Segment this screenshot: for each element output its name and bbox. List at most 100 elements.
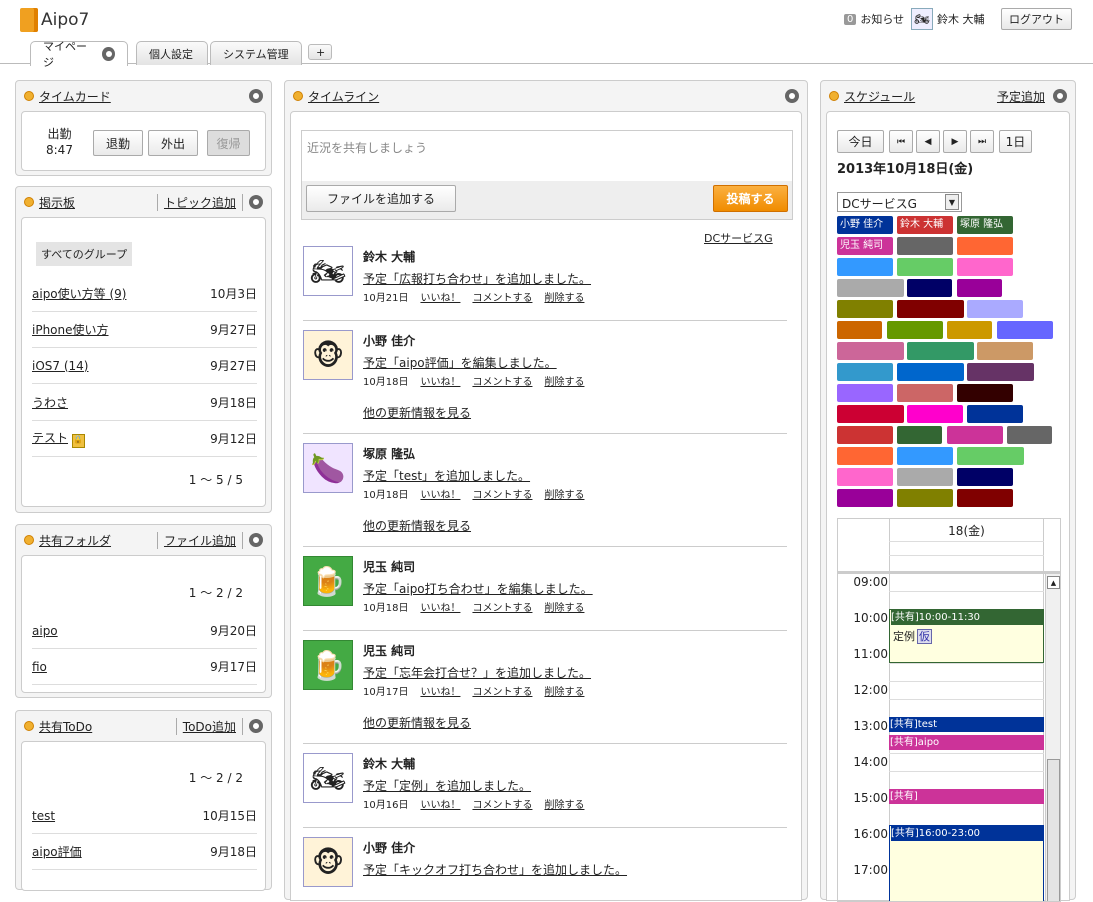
gear-icon[interactable] bbox=[249, 195, 263, 209]
prev-icon[interactable]: ◀ bbox=[916, 130, 940, 153]
list-item[interactable]: iOS7 (14) 9月27日 bbox=[32, 348, 257, 384]
aipo-logo[interactable]: Aipo7 bbox=[20, 8, 89, 32]
list-item[interactable]: うわさ 9月18日 bbox=[32, 385, 257, 421]
eggplant-icon[interactable]: 🍆 bbox=[303, 443, 353, 493]
add-todo-link[interactable]: ToDo追加 bbox=[175, 717, 243, 735]
list-item[interactable]: テスト 🔒 9月12日 bbox=[32, 421, 257, 457]
monkey-icon[interactable]: 🐵 bbox=[303, 330, 353, 380]
member-chip[interactable]: 鈴木 大輔 bbox=[897, 216, 953, 234]
delete-link[interactable]: 削除する bbox=[544, 683, 584, 698]
divider bbox=[303, 320, 787, 321]
gear-icon[interactable] bbox=[102, 47, 115, 61]
timecard-title[interactable]: タイムカード bbox=[39, 88, 249, 105]
event-block[interactable]: [共有]test bbox=[889, 717, 1044, 732]
member-chip[interactable]: 小野 佳介 bbox=[837, 216, 893, 234]
color-swatch bbox=[837, 342, 904, 360]
color-swatch bbox=[967, 363, 1034, 381]
color-swatch bbox=[837, 279, 904, 297]
like-link[interactable]: いいね！ bbox=[420, 796, 460, 811]
chevron-up-icon[interactable]: ▲ bbox=[1047, 576, 1060, 589]
day-calendar: 18(金) 09:00 10:00 11:00 12:00 13:00 14:0… bbox=[837, 518, 1061, 902]
like-link[interactable]: いいね！ bbox=[420, 373, 460, 388]
color-swatch bbox=[837, 258, 893, 276]
todo-title[interactable]: 共有ToDo bbox=[39, 718, 176, 735]
comment-link[interactable]: コメントする bbox=[472, 373, 532, 388]
list-item[interactable]: aipo 9月20日 bbox=[32, 613, 257, 649]
add-file-button[interactable]: ファイルを追加する bbox=[306, 185, 456, 212]
tab-personal-settings[interactable]: 個人設定 bbox=[136, 41, 208, 65]
delete-link[interactable]: 削除する bbox=[544, 486, 584, 501]
add-topic-link[interactable]: トピック追加 bbox=[156, 193, 243, 211]
delete-link[interactable]: 削除する bbox=[544, 796, 584, 811]
group-filter[interactable]: すべてのグループ bbox=[36, 242, 133, 266]
event-block[interactable]: [共有]16:00-23:00 bbox=[889, 825, 1044, 901]
tab-system-admin[interactable]: システム管理 bbox=[210, 41, 302, 65]
monkey-icon[interactable]: 🐵 bbox=[303, 837, 353, 887]
folder-title[interactable]: 共有フォルダ bbox=[39, 532, 157, 549]
divider bbox=[303, 433, 787, 434]
event-block[interactable]: [共有]aipo bbox=[889, 735, 1044, 750]
like-link[interactable]: いいね！ bbox=[420, 486, 460, 501]
like-link[interactable]: いいね！ bbox=[420, 289, 460, 304]
comment-link[interactable]: コメントする bbox=[472, 599, 532, 614]
scroll-thumb[interactable] bbox=[1047, 759, 1060, 901]
day-view-button[interactable]: 1日 bbox=[999, 130, 1032, 153]
last-page-icon[interactable]: ⏭ bbox=[970, 130, 994, 153]
more-updates-link[interactable]: 他の更新情報を見る bbox=[363, 714, 471, 731]
gear-icon[interactable] bbox=[249, 533, 263, 547]
scrollbar[interactable]: ▲ bbox=[1045, 574, 1060, 901]
timeline-title[interactable]: タイムライン bbox=[308, 88, 785, 105]
like-link[interactable]: いいね！ bbox=[420, 599, 460, 614]
beer-icon[interactable]: 🍺 bbox=[303, 640, 353, 690]
add-schedule-link[interactable]: 予定追加 bbox=[997, 88, 1045, 105]
return-button[interactable]: 復帰 bbox=[207, 130, 250, 156]
comment-link[interactable]: コメントする bbox=[472, 683, 532, 698]
delete-link[interactable]: 削除する bbox=[544, 289, 584, 304]
add-file-link[interactable]: ファイル追加 bbox=[156, 531, 243, 549]
group-select[interactable]: DCサービスG ▼ bbox=[837, 192, 962, 212]
list-item[interactable]: aipo使い方等 (9) 10月3日 bbox=[32, 276, 257, 312]
next-icon[interactable]: ▶ bbox=[943, 130, 967, 153]
member-chip[interactable]: 塚原 隆弘 bbox=[957, 216, 1013, 234]
gear-icon[interactable] bbox=[249, 719, 263, 733]
more-updates-link[interactable]: 他の更新情報を見る bbox=[363, 517, 471, 534]
like-link[interactable]: いいね！ bbox=[420, 683, 460, 698]
board-panel: 掲示板 トピック追加 すべてのグループ aipo使い方等 (9) 10月3日 iPh… bbox=[15, 186, 272, 513]
today-button[interactable]: 今日 bbox=[837, 130, 884, 153]
more-updates-link[interactable]: 他の更新情報を見る bbox=[363, 404, 471, 421]
comment-link[interactable]: コメントする bbox=[472, 796, 532, 811]
timecard-time: 8:47 bbox=[46, 143, 73, 157]
comment-link[interactable]: コメントする bbox=[472, 486, 532, 501]
event-block[interactable]: [共有]10:00-11:30 定例仮 bbox=[889, 609, 1044, 663]
motorcycle-icon[interactable]: 🏍 bbox=[303, 246, 353, 296]
user-menu[interactable]: 🏍 鈴木 大輔 bbox=[911, 8, 985, 30]
list-item[interactable]: aipo評価 9月18日 bbox=[32, 834, 257, 870]
clock-out-button[interactable]: 退勤 bbox=[93, 130, 143, 156]
first-page-icon[interactable]: ⏮ bbox=[889, 130, 913, 153]
gear-icon[interactable] bbox=[785, 89, 799, 103]
motorcycle-icon[interactable]: 🏍 bbox=[303, 753, 353, 803]
delete-link[interactable]: 削除する bbox=[544, 599, 584, 614]
logout-button[interactable]: ログアウト bbox=[1001, 8, 1072, 30]
board-title[interactable]: 掲示板 bbox=[39, 194, 157, 211]
post-textarea[interactable]: 近況を共有しましょう bbox=[302, 131, 792, 181]
notice-link[interactable]: 0 お知らせ bbox=[844, 11, 904, 27]
post-button[interactable]: 投稿する bbox=[713, 185, 788, 212]
gear-icon[interactable] bbox=[1053, 89, 1067, 103]
go-out-button[interactable]: 外出 bbox=[148, 130, 198, 156]
beer-icon[interactable]: 🍺 bbox=[303, 556, 353, 606]
list-item[interactable]: test 10月15日 bbox=[32, 798, 257, 834]
schedule-title[interactable]: スケジュール bbox=[844, 88, 997, 105]
delete-link[interactable]: 削除する bbox=[544, 373, 584, 388]
gear-icon[interactable] bbox=[249, 89, 263, 103]
list-item[interactable]: fio 9月17日 bbox=[32, 649, 257, 685]
color-swatch bbox=[957, 258, 1013, 276]
event-block[interactable]: [共有] bbox=[889, 789, 1044, 804]
comment-link[interactable]: コメントする bbox=[472, 289, 532, 304]
list-item[interactable]: iPhone使い方 9月27日 bbox=[32, 312, 257, 348]
add-tab-button[interactable]: + bbox=[308, 44, 332, 60]
color-swatch bbox=[887, 321, 943, 339]
group-link[interactable]: DCサービスG bbox=[704, 230, 773, 246]
member-chip[interactable]: 児玉 純司 bbox=[837, 237, 893, 255]
tab-mypage[interactable]: マイページ bbox=[30, 40, 128, 69]
